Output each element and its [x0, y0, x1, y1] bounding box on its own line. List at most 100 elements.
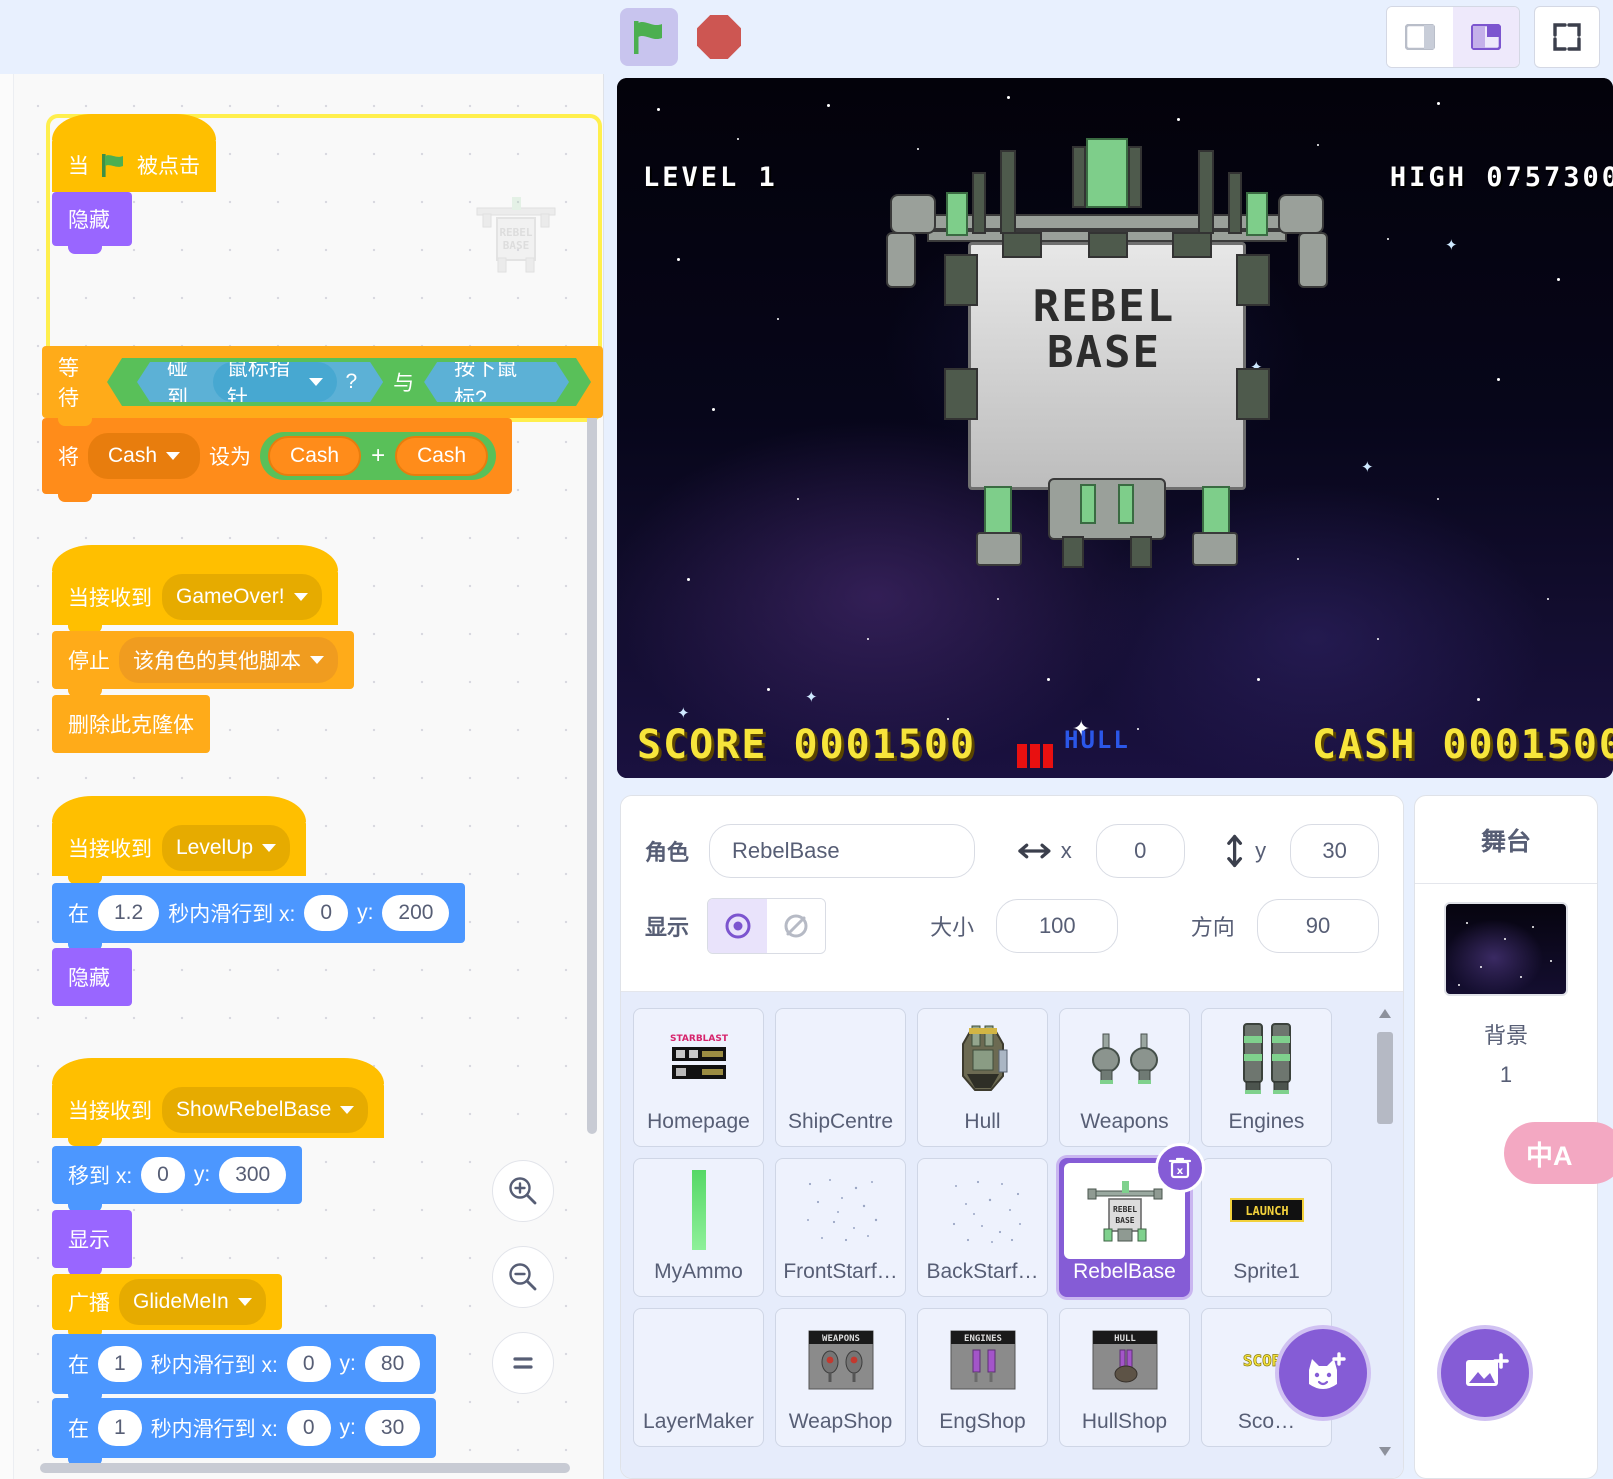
block-hide-1[interactable]: 隐藏	[52, 192, 132, 246]
sprite-item-backstarfield[interactable]: BackStarf…	[917, 1158, 1048, 1297]
sprite-item-weapshop[interactable]: WEAPONS WeapShop	[775, 1308, 906, 1447]
sprite-item-hull[interactable]: Hull	[917, 1008, 1048, 1147]
delete-clone-label: 删除此克隆体	[68, 709, 194, 739]
stage-hull-label: HULL	[1064, 726, 1130, 754]
sprite-size-input[interactable]: 100	[996, 899, 1118, 953]
normal-stage-button[interactable]	[1453, 7, 1519, 67]
sprite-item-frontstarfield[interactable]: FrontStarf…	[775, 1158, 906, 1297]
add-sprite-button[interactable]	[1275, 1325, 1371, 1421]
delete-sprite-button[interactable]: x	[1155, 1143, 1205, 1193]
sprite-item-shipcentre[interactable]: ShipCentre	[775, 1008, 906, 1147]
code-horizontal-scrollbar[interactable]	[40, 1463, 570, 1473]
sprite-list[interactable]: STARBLAST Homepage ShipCentre	[621, 992, 1403, 1479]
stop-target-dropdown[interactable]: 该角色的其他脚本	[119, 637, 338, 683]
glide-y-input[interactable]: 30	[365, 1410, 420, 1446]
glide-prefix: 在	[68, 898, 89, 928]
sprite-item-hullshop[interactable]: HULL HullShop	[1059, 1308, 1190, 1447]
horizontal-arrow-icon	[1018, 840, 1051, 862]
goto-y-input[interactable]: 300	[219, 1157, 286, 1193]
variable-operand-b[interactable]: Cash	[395, 436, 488, 476]
block-set-variable[interactable]: 将 Cash 设为 Cash + Cash	[42, 418, 512, 494]
sprite-list-scroll-thumb[interactable]	[1377, 1032, 1393, 1124]
rebel-base-sprite[interactable]: REBEL BASE	[872, 136, 1342, 566]
touching-target-dropdown[interactable]: 鼠标指针	[213, 362, 338, 402]
sprite-y-label: y	[1255, 838, 1280, 864]
sprite-item-homepage[interactable]: STARBLAST Homepage	[633, 1008, 764, 1147]
sprite-item-sprite1[interactable]: LAUNCH Sprite1	[1201, 1158, 1332, 1297]
green-flag-button[interactable]	[620, 8, 678, 66]
message-dropdown[interactable]: LevelUp	[162, 825, 290, 871]
glide-x-input[interactable]: 0	[304, 895, 348, 931]
eye-icon	[723, 911, 753, 941]
operator-add-block[interactable]: Cash + Cash	[260, 432, 496, 480]
sensing-mouse-down-block[interactable]: 按下鼠标?	[424, 362, 569, 402]
translate-widget[interactable]: 中A	[1504, 1122, 1613, 1184]
sprite-x-input[interactable]: 0	[1096, 824, 1185, 878]
block-delete-this-clone[interactable]: 删除此克隆体	[52, 695, 210, 753]
message-dropdown[interactable]: GameOver!	[162, 574, 322, 620]
sprite-direction-input[interactable]: 90	[1257, 899, 1379, 953]
sprite-grid: STARBLAST Homepage ShipCentre	[633, 1008, 1379, 1447]
glide-x-input[interactable]: 0	[287, 1410, 331, 1446]
block-glide-2[interactable]: 在 1 秒内滑行到 x: 0 y: 30	[52, 1398, 436, 1458]
goto-x-input[interactable]: 0	[141, 1157, 185, 1193]
block-go-to-xy[interactable]: 移到 x: 0 y: 300	[52, 1146, 302, 1204]
message-dropdown[interactable]: ShowRebelBase	[162, 1087, 368, 1133]
add-backdrop-button[interactable]	[1437, 1325, 1533, 1421]
sprite-y-input[interactable]: 30	[1290, 824, 1379, 878]
sprite-name-input[interactable]: RebelBase	[709, 824, 975, 878]
sensing-touching-block[interactable]: 碰到 鼠标指针 ?	[137, 362, 383, 402]
block-glide-1[interactable]: 在 1 秒内滑行到 x: 0 y: 80	[52, 1334, 436, 1394]
glide-x-input[interactable]: 0	[287, 1346, 331, 1382]
block-wait-until[interactable]: 等待 碰到 鼠标指针 ? 与 按下鼠标?	[42, 346, 603, 418]
zoom-in-button[interactable]	[492, 1160, 554, 1222]
stage[interactable]: ✦ ✦ ✦ ✦ ✦ ✦	[617, 78, 1613, 778]
backdrop-thumbnail[interactable]	[1444, 902, 1568, 996]
sprite-item-myammo[interactable]: MyAmmo	[633, 1158, 764, 1297]
hullshop-thumb-icon: HULL	[1092, 1330, 1158, 1390]
block-when-flag-clicked[interactable]: 当 被点击	[52, 138, 216, 192]
trash-icon: x	[1167, 1155, 1193, 1181]
glide-y-label: y:	[340, 1416, 356, 1440]
block-when-receive-gameover[interactable]: 当接收到 GameOver!	[52, 569, 338, 625]
glide-seconds-input[interactable]: 1.2	[98, 895, 159, 931]
glide-y-input[interactable]: 200	[382, 895, 449, 931]
glide-seconds-input[interactable]: 1	[98, 1410, 142, 1446]
block-glide-levelup[interactable]: 在 1.2 秒内滑行到 x: 0 y: 200	[52, 883, 465, 943]
fullscreen-button[interactable]	[1534, 6, 1600, 68]
variable-dropdown[interactable]: Cash	[88, 433, 200, 479]
stop-button[interactable]	[690, 8, 748, 66]
zoom-out-button[interactable]	[492, 1246, 554, 1308]
broadcast-message-dropdown[interactable]: GlideMeIn	[119, 1279, 266, 1325]
code-workspace[interactable]: REBEL BASE 当 被点击 隐藏 等待 碰到	[0, 74, 604, 1479]
glide-y-input[interactable]: 80	[365, 1346, 420, 1382]
sprite-item-engshop[interactable]: ENGINES EngShop	[917, 1308, 1048, 1447]
goto-prefix: 移到 x:	[68, 1160, 132, 1190]
svg-text:REBEL: REBEL	[1112, 1205, 1136, 1214]
block-show[interactable]: 显示	[52, 1210, 132, 1268]
block-broadcast[interactable]: 广播 GlideMeIn	[52, 1274, 282, 1330]
block-hide-2[interactable]: 隐藏	[52, 948, 132, 1006]
rebelbase-thumb-icon: REBEL BASE	[1082, 1175, 1168, 1247]
variable-operand-a[interactable]: Cash	[268, 436, 361, 476]
backdrop-count: 1	[1415, 1062, 1597, 1088]
code-vertical-scrollbar[interactable]	[587, 394, 597, 1134]
sprite-item-rebelbase[interactable]: x REBEL BASE	[1059, 1158, 1190, 1297]
block-when-receive-showrebelbase[interactable]: 当接收到 ShowRebelBase	[52, 1082, 384, 1138]
hide-sprite-button[interactable]	[767, 899, 825, 953]
scroll-up-arrow[interactable]	[1377, 1002, 1393, 1024]
operator-and-block[interactable]: 碰到 鼠标指针 ? 与 按下鼠标?	[107, 358, 591, 406]
broadcast-message-value: GlideMeIn	[133, 1290, 229, 1314]
glide-seconds-input[interactable]: 1	[98, 1346, 142, 1382]
scroll-down-arrow[interactable]	[1377, 1440, 1393, 1462]
sprite-item-weapons[interactable]: Weapons	[1059, 1008, 1190, 1147]
block-when-receive-levelup[interactable]: 当接收到 LevelUp	[52, 820, 306, 876]
sprite-item-engines[interactable]: Engines	[1201, 1008, 1332, 1147]
block-label-when: 当	[68, 150, 89, 180]
small-stage-button[interactable]	[1387, 7, 1453, 67]
sprite-list-scrollbar[interactable]	[1377, 1002, 1393, 1462]
sprite-item-layermaker[interactable]: LayerMaker	[633, 1308, 764, 1447]
block-stop-other-scripts[interactable]: 停止 该角色的其他脚本	[52, 631, 354, 689]
show-sprite-button[interactable]	[708, 899, 766, 953]
zoom-reset-button[interactable]	[492, 1332, 554, 1394]
